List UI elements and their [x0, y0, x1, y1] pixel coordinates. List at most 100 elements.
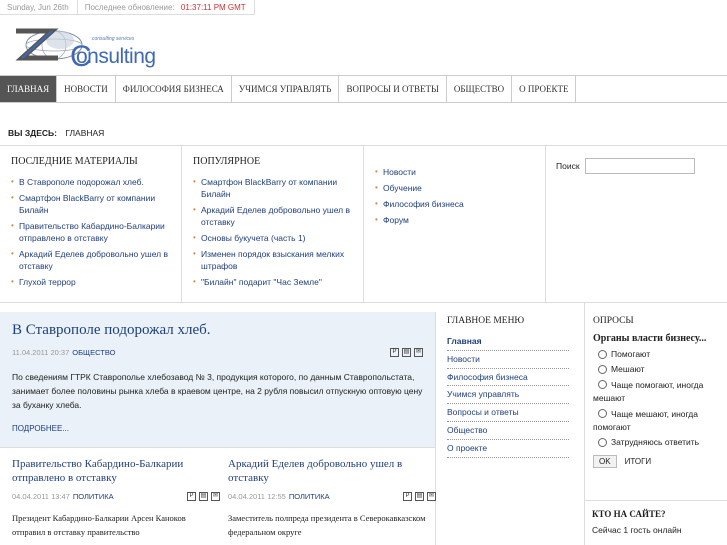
links-module: Новости Обучение Философия бизнеса Форум — [364, 146, 546, 303]
radio-button[interactable] — [598, 350, 607, 359]
popular-item[interactable]: Смартфон BlackBarry от компании Билайн — [193, 176, 353, 200]
lead-article-text: По сведениям ГТРК Ставрополье хлебозавод… — [12, 372, 423, 410]
read-more-link[interactable]: Подробнее... — [12, 424, 423, 433]
poll-option[interactable]: Чаще мешают, иногда помогают — [593, 407, 727, 434]
popular-item[interactable]: "Билайн" подарит "Час Земле" — [193, 276, 353, 288]
poll-option-label: Чаще помогают, иногда мешают — [593, 380, 704, 403]
last-update-time: 01:37:11 PM GMT — [180, 2, 246, 12]
article-tools: P ▤ ✉ — [403, 492, 436, 501]
article-text: Заместитель полпреда президента в Северо… — [228, 513, 426, 537]
article-category[interactable]: Политика — [73, 492, 114, 501]
radio-button[interactable] — [598, 365, 607, 374]
menu-item-news[interactable]: Новости — [447, 351, 569, 369]
radio-button[interactable] — [598, 380, 607, 389]
main-menu: Главное меню Главная Новости Философия б… — [447, 312, 577, 458]
logo-wordmark: onsulting — [76, 45, 156, 68]
article-title[interactable]: Правительство Кабардино-Балкарии отправл… — [12, 457, 220, 485]
radio-button[interactable] — [598, 438, 607, 447]
article-category[interactable]: Политика — [289, 492, 330, 501]
link-item-forum[interactable]: Форум — [375, 214, 535, 226]
menu-item-philosophy[interactable]: Философия бизнеса — [447, 369, 569, 387]
latest-title: Последние материалы — [11, 156, 138, 167]
top-bar: Sunday, Jun 26th Последнее обновление: 0… — [0, 0, 255, 15]
link-item-training[interactable]: Обучение — [375, 182, 535, 194]
email-icon[interactable]: ✉ — [427, 492, 436, 501]
pdf-icon[interactable]: P — [390, 348, 399, 357]
email-icon[interactable]: ✉ — [211, 492, 220, 501]
poll-option-label: Чаще мешают, иногда помогают — [593, 409, 698, 432]
search-form: Поиск — [556, 158, 695, 174]
link-item-philosophy[interactable]: Философия бизнеса — [375, 198, 535, 210]
poll-option[interactable]: Помогают — [593, 348, 727, 361]
article-meta: 04.04.2011 13:47 Политика P ▤ ✉ — [12, 492, 220, 501]
lead-article-meta: 11.04.2011 20:37 Общество P ▤ ✉ — [12, 348, 423, 357]
top-modules: Последние материалы В Ставрополе подорож… — [0, 145, 727, 303]
logo-tagline: consulting services — [92, 36, 135, 42]
latest-item[interactable]: Правительство Кабардино-Балкарии отправл… — [11, 220, 171, 244]
nav-item-home[interactable]: Главная — [0, 76, 58, 102]
popular-item[interactable]: Аркадий Еделев добровольно ушел в отстав… — [193, 204, 353, 228]
article-tools: P ▤ ✉ — [390, 348, 423, 357]
menu-item-faq[interactable]: Вопросы и ответы — [447, 404, 569, 422]
print-icon[interactable]: ▤ — [415, 492, 424, 501]
nav-item-learn-manage[interactable]: Учимся управлять — [232, 76, 340, 102]
nav-item-about[interactable]: О проекте — [512, 76, 577, 102]
poll-actions: OK Итоги — [593, 455, 727, 468]
search-module: Поиск — [546, 146, 727, 303]
popular-module: Популярное Смартфон BlackBarry от компан… — [182, 146, 364, 303]
article-meta: 04.04.2011 12:55 Политика P ▤ ✉ — [228, 492, 436, 501]
last-update-label: Последнее обновление: — [84, 2, 175, 12]
menu-item-home[interactable]: Главная — [447, 333, 569, 351]
whos-online-module: Кто на сайте? Сейчас 1 гость онлайн — [584, 500, 727, 535]
poll-question: Органы власти бизнесу... — [593, 333, 707, 344]
nav-item-society[interactable]: Общество — [447, 76, 513, 102]
menu-item-society[interactable]: Общество — [447, 422, 569, 440]
poll-option-label: Затрудняюсь ответить — [611, 437, 700, 447]
article-tools: P ▤ ✉ — [187, 492, 220, 501]
poll-option-label: Мешают — [611, 364, 645, 374]
main-content: В Ставрополе подорожал хлеб. 11.04.2011 … — [0, 312, 436, 545]
latest-module: Последние материалы В Ставрополе подорож… — [0, 146, 182, 303]
popular-item[interactable]: Основы букучета (часть 1) — [193, 232, 353, 244]
breadcrumb-label: ВЫ ЗДЕСЬ: — [8, 128, 57, 138]
pdf-icon[interactable]: P — [187, 492, 196, 501]
lead-article: В Ставрополе подорожал хлеб. 11.04.2011 … — [0, 312, 435, 448]
poll-results-link[interactable]: Итоги — [625, 457, 652, 466]
latest-item[interactable]: Аркадий Еделев добровольно ушел в отстав… — [11, 248, 171, 272]
poll-option[interactable]: Чаще помогают, иногда мешают — [593, 378, 727, 405]
search-input[interactable] — [584, 158, 695, 174]
latest-item[interactable]: Глухой террор — [11, 276, 171, 288]
poll-submit-button[interactable]: OK — [593, 455, 617, 468]
nav-item-faq[interactable]: Вопросы и ответы — [339, 76, 447, 102]
nav-item-news[interactable]: Новости — [57, 76, 116, 102]
print-icon[interactable]: ▤ — [402, 348, 411, 357]
link-item-news[interactable]: Новости — [375, 166, 535, 178]
radio-button[interactable] — [598, 409, 607, 418]
latest-item[interactable]: Смартфон BlackBarry от компании Билайн — [11, 192, 171, 216]
lead-article-title[interactable]: В Ставрополе подорожал хлеб. — [12, 322, 423, 339]
lead-article-date: 11.04.2011 20:37 — [12, 348, 70, 357]
whos-online-text: Сейчас 1 гость онлайн — [592, 525, 682, 535]
site-logo[interactable]: C consulting services onsulting — [12, 20, 156, 73]
popular-title: Популярное — [193, 156, 261, 167]
poll-option[interactable]: Затрудняюсь ответить — [593, 436, 727, 449]
breadcrumb: ВЫ ЗДЕСЬ: ГЛАВНАЯ — [8, 128, 104, 138]
last-update: Последнее обновление: 01:37:11 PM GMT — [78, 0, 255, 15]
poll-option[interactable]: Мешают — [593, 363, 727, 376]
email-icon[interactable]: ✉ — [414, 348, 423, 357]
whos-online-title: Кто на сайте? — [592, 509, 666, 519]
nav-item-philosophy[interactable]: Философия бизнеса — [116, 76, 232, 102]
current-date: Sunday, Jun 26th — [0, 0, 78, 15]
popular-item[interactable]: Изменен порядок взыскания мелких штрафов — [193, 248, 353, 272]
article-card: Аркадий Еделев добровольно ушел в отстав… — [228, 457, 436, 539]
latest-item[interactable]: В Ставрополе подорожал хлеб. — [11, 176, 171, 188]
print-icon[interactable]: ▤ — [199, 492, 208, 501]
pdf-icon[interactable]: P — [403, 492, 412, 501]
article-title[interactable]: Аркадий Еделев добровольно ушел в отстав… — [228, 457, 436, 485]
article-card: Правительство Кабардино-Балкарии отправл… — [12, 457, 220, 539]
poll-title: Опросы — [593, 316, 634, 326]
article-text: Президент Кабардино-Балкарии Арсен Канок… — [12, 513, 186, 537]
menu-item-learn-manage[interactable]: Учимся управлять — [447, 386, 569, 405]
lead-article-category[interactable]: Общество — [72, 348, 115, 357]
menu-item-about[interactable]: О проекте — [447, 440, 569, 458]
